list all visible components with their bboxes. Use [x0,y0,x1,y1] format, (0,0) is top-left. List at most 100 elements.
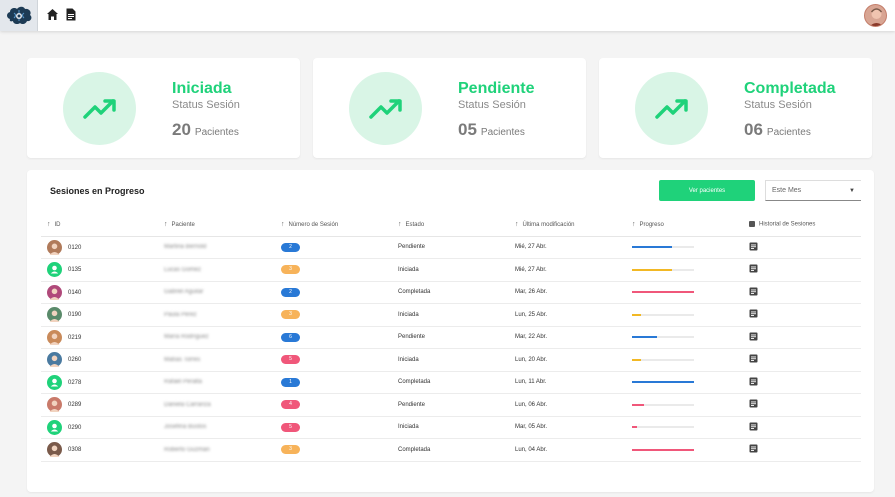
patient-avatar [47,374,62,390]
history-note-icon[interactable] [749,287,758,296]
table-row[interactable]: 0135 Lucas Gomez 3 Iniciada Mié, 27 Abr. [41,258,861,282]
cell-patient: Gabriel Aguilar [158,281,275,304]
cell-status: Pendiente [392,236,509,259]
history-note-icon[interactable] [749,399,758,408]
cell-session-number: 2 [275,236,392,259]
column-header-status[interactable]: ↑ Estado [392,214,509,237]
cell-history [743,393,861,417]
status-text: Pendiente [398,334,426,341]
status-text: Completada [398,379,431,386]
patient-name: Josefina Bustos [164,424,207,431]
patient-avatar [47,397,62,413]
progress-fill [632,246,673,249]
card-title: Completada [744,80,836,97]
history-note-icon[interactable] [749,242,758,251]
progress-fill [632,426,637,429]
modified-date: Lun, 11 Abr. [515,379,547,386]
history-note-icon[interactable] [749,332,758,341]
table-row[interactable]: 0219 María Rodríguez 6 Pendiente Mar, 22 Abr… [41,326,861,349]
trending-up-icon [635,72,708,145]
progress-bar [632,426,694,429]
trending-up-icon [349,72,422,145]
cell-progress [626,371,743,394]
progress-bar [632,313,694,316]
cell-last-modified: Lun, 11 Abr. [509,371,626,394]
table-row[interactable]: 0190 Paula Pérez 3 Iniciada Lun, 25 Abr. [41,303,861,327]
modified-date: Mar, 05 Abr. [515,424,548,431]
patient-name: Lucas Gomez [164,266,202,273]
status-card-completada: Completada Status Sesión 06 Pacientes [599,58,872,158]
cell-session-number: 5 [275,348,392,372]
status-text: Iniciada [398,311,419,318]
period-select[interactable]: Este Mes ▼ [765,180,861,201]
table-row[interactable]: 0260 Matías Torres 5 Iniciada Lun, 20 Abr. [41,348,861,372]
table-row[interactable]: 0140 Gabriel Aguilar 2 Completada Mar, 26 Ab… [41,281,861,304]
session-number-badge: 2 [281,287,300,297]
cell-history [743,438,861,462]
cell-patient: Rafael Peralta [158,371,275,394]
status-text: Pendiente [398,401,426,408]
table-row[interactable]: 0290 Josefina Bustos 5 Iniciada Mar, 05 Abr. [41,416,861,439]
session-number-badge: 3 [281,445,300,455]
patient-id: 0140 [68,289,82,296]
arrow-up-icon: ↑ [47,221,51,229]
history-note-icon[interactable] [749,309,758,318]
column-header-patient[interactable]: ↑ Paciente [158,214,275,237]
cell-patient: Lucas Gomez [158,258,275,282]
status-text: Iniciada [398,266,419,273]
patient-avatar [47,262,62,278]
cell-last-modified: Mié, 27 Abr. [509,236,626,259]
table-row[interactable]: 0120 Martina Bernold 2 Pendiente Mié, 27 Abr… [41,236,861,259]
cell-patient: María Rodríguez [158,326,275,349]
progress-fill [632,336,657,339]
card-subtitle: Status Sesión [172,99,240,111]
cell-status: Iniciada [392,258,509,282]
patient-name: Roberto Guzmán [164,446,210,453]
table-row[interactable]: 0308 Roberto Guzmán 3 Completada Lun, 04 Abr… [41,438,861,462]
cell-id: 0260 [41,348,158,372]
session-number-badge: 4 [281,400,300,410]
cell-patient: Paula Pérez [158,303,275,327]
column-header-id[interactable]: ↑ ID [41,214,158,237]
home-icon[interactable] [46,8,59,21]
cell-id: 0190 [41,303,158,327]
patient-avatar [47,419,62,435]
history-note-icon[interactable] [749,422,758,431]
cell-history [743,303,861,327]
user-avatar[interactable] [864,4,887,27]
cell-id: 0308 [41,438,158,462]
document-icon[interactable] [65,8,77,21]
cell-history [743,348,861,372]
status-text: Iniciada [398,356,419,363]
cell-last-modified: Lun, 06 Abr. [509,393,626,417]
cell-progress [626,393,743,417]
patient-avatar [47,329,62,345]
column-header-session-number[interactable]: ↑ Número de Sesión [275,214,392,237]
history-note-icon[interactable] [749,354,758,363]
history-note-icon[interactable] [749,377,758,386]
table-row[interactable]: 0289 Daniela Carranza 4 Pendiente Lun, 06 Ab… [41,393,861,417]
cell-id: 0219 [41,326,158,349]
card-count: 20 Pacientes [172,120,239,139]
cell-status: Iniciada [392,416,509,439]
cell-status: Completada [392,281,509,304]
view-patients-button[interactable]: Ver pacientes [659,180,755,201]
brain-logo-icon[interactable] [0,0,38,31]
progress-bar [632,403,694,406]
arrow-up-icon: ↑ [164,221,168,229]
cell-id: 0290 [41,416,158,439]
caret-down-icon: ▼ [849,187,855,194]
history-note-icon[interactable] [749,264,758,273]
cell-status: Completada [392,371,509,394]
cell-session-number: 3 [275,438,392,462]
history-note-icon[interactable] [749,444,758,453]
column-header-last-modified[interactable]: ↑ Última modificación [509,214,626,237]
column-header-history: Historial de Sesiones [743,214,861,237]
column-header-progress[interactable]: ↑ Progreso [626,214,743,237]
cell-session-number: 6 [275,326,392,349]
cell-last-modified: Mar, 05 Abr. [509,416,626,439]
cell-status: Pendiente [392,326,509,349]
cell-progress [626,348,743,372]
table-row[interactable]: 0278 Rafael Peralta 1 Completada Lun, 11 Abr… [41,371,861,394]
cell-session-number: 1 [275,371,392,394]
